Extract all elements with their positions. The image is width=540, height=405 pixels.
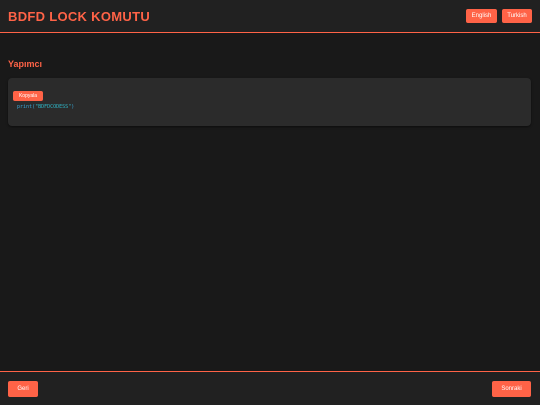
code-block: Kopyala print("BDFDCODESS")	[8, 78, 531, 126]
app-page: BDFD LOCK KOMUTU English Turkish Yapımcı…	[0, 0, 540, 405]
header-bar: BDFD LOCK KOMUTU English Turkish	[0, 0, 540, 33]
code-function: print	[17, 104, 33, 110]
code-line: print("BDFDCODESS")	[17, 104, 74, 110]
code-close-paren: )	[71, 104, 75, 110]
app-title: BDFD LOCK KOMUTU	[8, 9, 151, 24]
section-title: Yapımcı	[8, 59, 43, 69]
next-button[interactable]: Sonraki	[492, 381, 531, 397]
copy-button[interactable]: Kopyala	[13, 91, 43, 101]
back-button[interactable]: Geri	[8, 381, 38, 397]
code-string: "BDFDCODESS"	[35, 104, 72, 110]
footer-bar: Geri Sonraki	[0, 371, 540, 405]
turkish-language-button[interactable]: Turkish	[502, 9, 532, 23]
english-language-button[interactable]: English	[466, 9, 497, 23]
